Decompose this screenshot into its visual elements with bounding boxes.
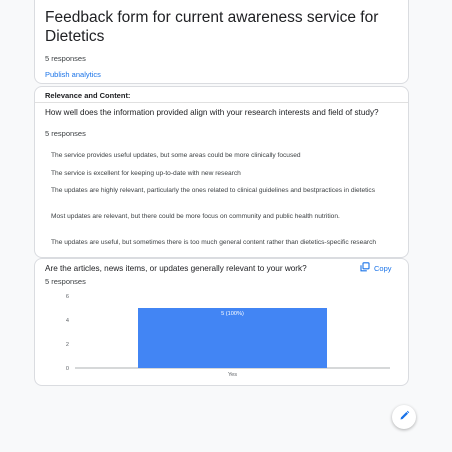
y-tick-label: 4 (66, 318, 69, 324)
copy-chart-button[interactable]: Copy (360, 261, 392, 275)
response-item: Most updates are relevant, but there cou… (51, 213, 340, 220)
edit-fab-button[interactable] (392, 405, 416, 429)
form-title: Feedback form for current awareness serv… (45, 9, 379, 45)
form-header-card: Feedback form for current awareness serv… (34, 0, 409, 84)
pencil-icon (399, 408, 410, 426)
copy-label: Copy (374, 263, 392, 273)
response-item: The service is excellent for keeping up-… (51, 170, 241, 177)
y-tick-label: 0 (66, 366, 69, 372)
bar-chart: 0 2 4 6 5 (100%) Yes (66, 294, 390, 378)
y-tick-label: 2 (66, 342, 69, 348)
question-response-count: 5 responses (45, 129, 86, 138)
y-tick-label: 6 (66, 294, 69, 300)
question-response-count: 5 responses (45, 277, 86, 286)
response-item: The updates are useful, but sometimes th… (51, 239, 377, 246)
question-title: Are the articles, news items, or updates… (45, 264, 307, 273)
question-title: How well does the information provided a… (45, 108, 379, 117)
copy-icon (360, 259, 370, 277)
bar-data-label: 5 (100%) (221, 311, 244, 317)
section-label: Relevance and Content: (45, 91, 131, 100)
response-item: The updates are highly relevant, particu… (51, 187, 376, 194)
chart-question-card: Are the articles, news items, or updates… (34, 258, 409, 386)
question-card: Relevance and Content: How well does the… (34, 86, 409, 258)
response-item: The service provides useful updates, but… (51, 152, 301, 159)
response-count: 5 responses (45, 54, 86, 63)
publish-analytics-link[interactable]: Publish analytics (45, 70, 101, 79)
bar (138, 308, 327, 368)
x-tick-label: Yes (228, 372, 237, 378)
section-divider (35, 102, 408, 103)
